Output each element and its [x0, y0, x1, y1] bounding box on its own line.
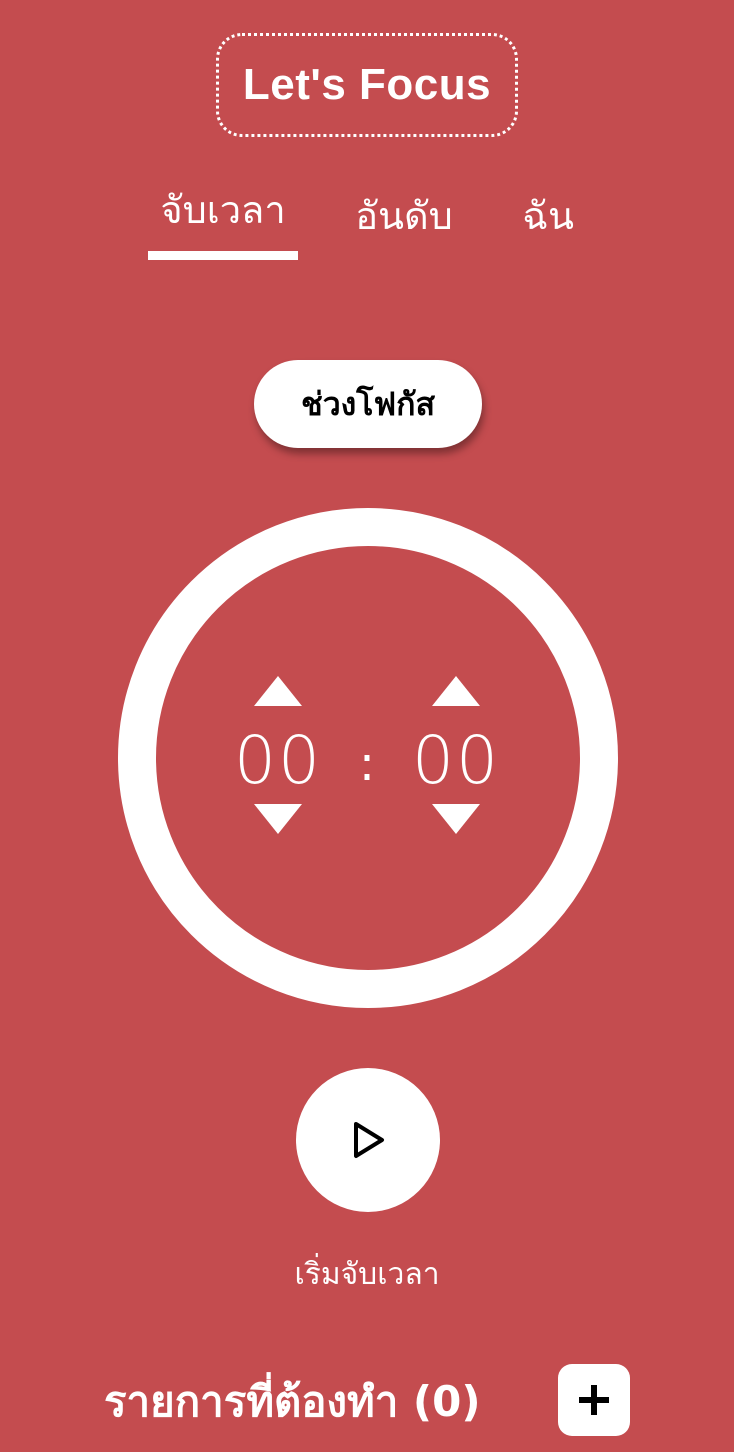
start-timer-label: เริ่มจับเวลา	[294, 1257, 440, 1292]
focus-mode-button[interactable]: ช่วงโฟกัส	[254, 360, 482, 448]
seconds-display: 00	[412, 722, 500, 799]
minutes-display: 00	[234, 722, 322, 799]
tab-ranking[interactable]: อันดับ	[340, 188, 468, 244]
app-title: Let's Focus	[216, 33, 518, 137]
start-timer-button[interactable]	[296, 1068, 440, 1212]
seconds-decrement-icon[interactable]	[432, 804, 480, 834]
tab-profile[interactable]: ฉัน	[508, 188, 588, 244]
plus-icon	[579, 1385, 609, 1415]
play-icon	[354, 1122, 384, 1158]
time-separator: :	[358, 736, 376, 792]
minutes-decrement-icon[interactable]	[254, 804, 302, 834]
minutes-increment-icon[interactable]	[254, 676, 302, 706]
tab-bar: จับเวลา อันดับ ฉัน	[0, 182, 734, 262]
add-todo-button[interactable]	[558, 1364, 630, 1436]
tab-timer[interactable]: จับเวลา	[148, 182, 298, 238]
active-tab-indicator	[148, 251, 298, 260]
todo-list-title: รายการที่ต้องทำ (0)	[104, 1377, 481, 1426]
seconds-increment-icon[interactable]	[432, 676, 480, 706]
